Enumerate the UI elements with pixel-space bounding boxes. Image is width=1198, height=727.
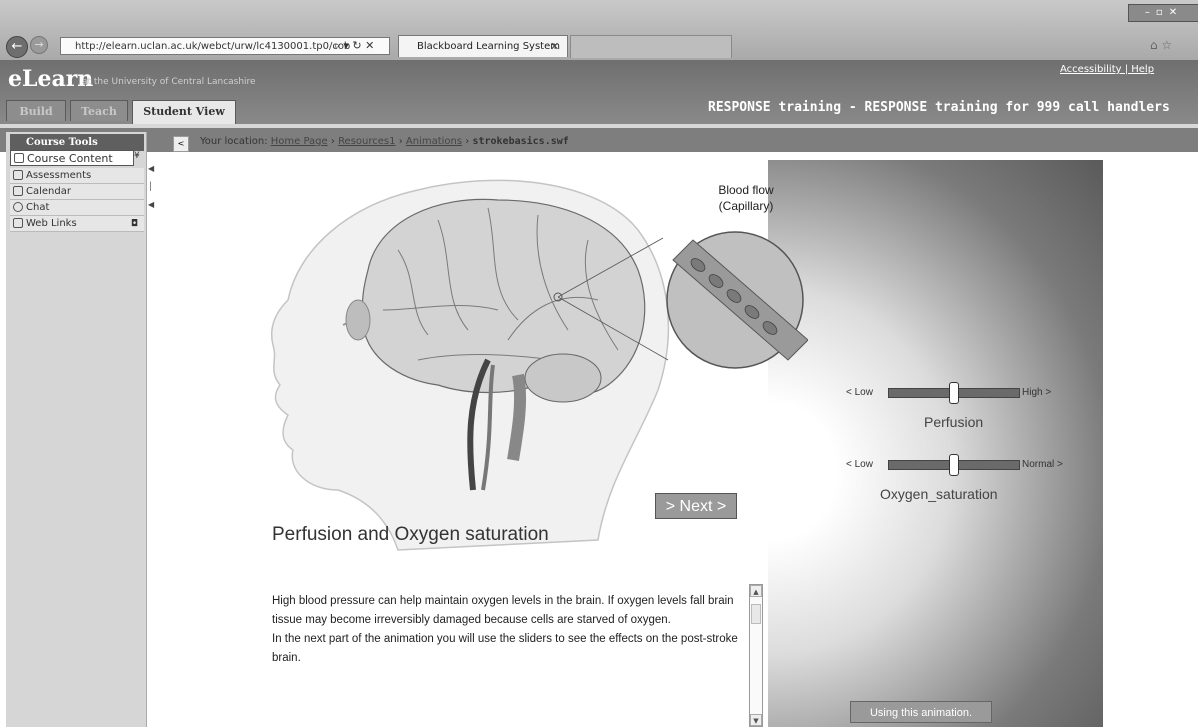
home-icon xyxy=(14,153,24,163)
calendar-icon xyxy=(13,186,23,196)
animation-title: Perfusion and Oxygen saturation xyxy=(272,524,549,545)
perfusion-label: Perfusion xyxy=(924,414,984,430)
scroll-down-icon[interactable]: ▼ xyxy=(750,714,762,726)
scroll-up-icon[interactable]: ▲ xyxy=(750,585,762,597)
forward-arrow-icon[interactable]: → xyxy=(30,36,48,54)
breadcrumb-separator: › xyxy=(398,136,403,147)
breadcrumb-prefix: Your location: xyxy=(200,136,268,147)
oxygen-slider-handle[interactable] xyxy=(949,454,959,476)
sidebar-item-chat[interactable]: Chat xyxy=(10,200,144,216)
breadcrumb-separator: › xyxy=(330,136,335,147)
window-controls[interactable]: –▫✕ xyxy=(1128,4,1198,22)
sidebar-item-label: Web Links xyxy=(26,218,77,229)
header-links[interactable]: Accessibility | Help xyxy=(1060,64,1154,75)
breadcrumb-home[interactable]: Home Page xyxy=(271,136,328,147)
animation-text: High blood pressure can help maintain ox… xyxy=(272,595,738,664)
background-glow xyxy=(768,160,1103,727)
sidebar-item-label: Calendar xyxy=(26,186,71,197)
expand-icon[interactable]: ◘ xyxy=(131,216,138,232)
oxygen-low-label: < Low xyxy=(846,459,873,470)
chat-bubble-icon xyxy=(13,202,23,212)
next-button[interactable]: > Next > xyxy=(655,493,737,519)
chevron-down-icon[interactable]: ¥ xyxy=(134,151,140,161)
course-tools-heading[interactable]: Course Tools xyxy=(10,134,144,151)
tab-build[interactable]: Build xyxy=(6,100,66,121)
new-tab[interactable] xyxy=(570,35,732,58)
breadcrumb-separator: › xyxy=(465,136,470,147)
sidebar-item-web-links[interactable]: Web Links ◘ xyxy=(10,216,144,232)
header-divider xyxy=(0,124,1198,128)
clipboard-icon xyxy=(13,170,23,180)
breadcrumb: Your location: Home Page › Resources1 › … xyxy=(200,136,569,147)
elearn-logo: eLearn xyxy=(8,66,94,92)
tab-teach[interactable]: Teach xyxy=(70,100,128,121)
breadcrumb-animations[interactable]: Animations xyxy=(406,136,462,147)
link-icon xyxy=(13,218,23,228)
sidebar-item-calendar[interactable]: Calendar xyxy=(10,184,144,200)
perfusion-slider-handle[interactable] xyxy=(949,382,959,404)
logo-subtitle: at the University of Central Lancashire xyxy=(82,77,256,87)
back-icon[interactable]: < xyxy=(173,136,189,152)
back-arrow-icon[interactable]: ← xyxy=(6,36,28,58)
tab-student-view[interactable]: Student View xyxy=(132,100,236,124)
sidebar-item-label: Assessments xyxy=(26,170,92,181)
sidebar-item-label: Course Content xyxy=(27,152,113,165)
sidebar-item-assessments[interactable]: Assessments xyxy=(10,168,144,184)
sidebar-item-label: Chat xyxy=(26,202,50,213)
scrollbar-thumb[interactable] xyxy=(751,604,761,624)
course-tools-label: Course Tools xyxy=(26,137,98,148)
home-icon[interactable]: ⌂ ☆ xyxy=(1150,38,1172,52)
brain xyxy=(361,198,646,396)
breadcrumb-resources[interactable]: Resources1 xyxy=(338,136,395,147)
sidebar-item-course-content[interactable]: Course Content xyxy=(10,150,134,166)
close-icon[interactable]: ✕ xyxy=(550,40,559,53)
cerebellum xyxy=(524,353,602,403)
oxygen-saturation-label: Oxygen_saturation xyxy=(880,486,998,502)
collapse-sidebar-icon[interactable]: ◀ │ ◀ xyxy=(148,160,154,214)
oxygen-high-label: Normal > xyxy=(1022,459,1063,470)
perfusion-low-label: < Low xyxy=(846,387,873,398)
blood-flow-label: Blood flow (Capillary) xyxy=(718,183,774,213)
brainstem xyxy=(507,373,527,461)
course-title: RESPONSE training - RESPONSE training fo… xyxy=(708,100,1170,115)
sinus xyxy=(345,299,371,341)
breadcrumb-current: strokebasics.swf xyxy=(472,136,569,147)
flash-animation: Blood flow (Capillary) < Low High > Perf… xyxy=(168,160,1103,727)
address-tools[interactable]: ⌕ ▾ ↻ ✕ xyxy=(318,37,390,55)
browser-tab[interactable]: Blackboard Learning System xyxy=(398,35,568,57)
using-animation-button[interactable]: Using this animation. xyxy=(850,701,992,723)
perfusion-high-label: High > xyxy=(1022,387,1052,398)
